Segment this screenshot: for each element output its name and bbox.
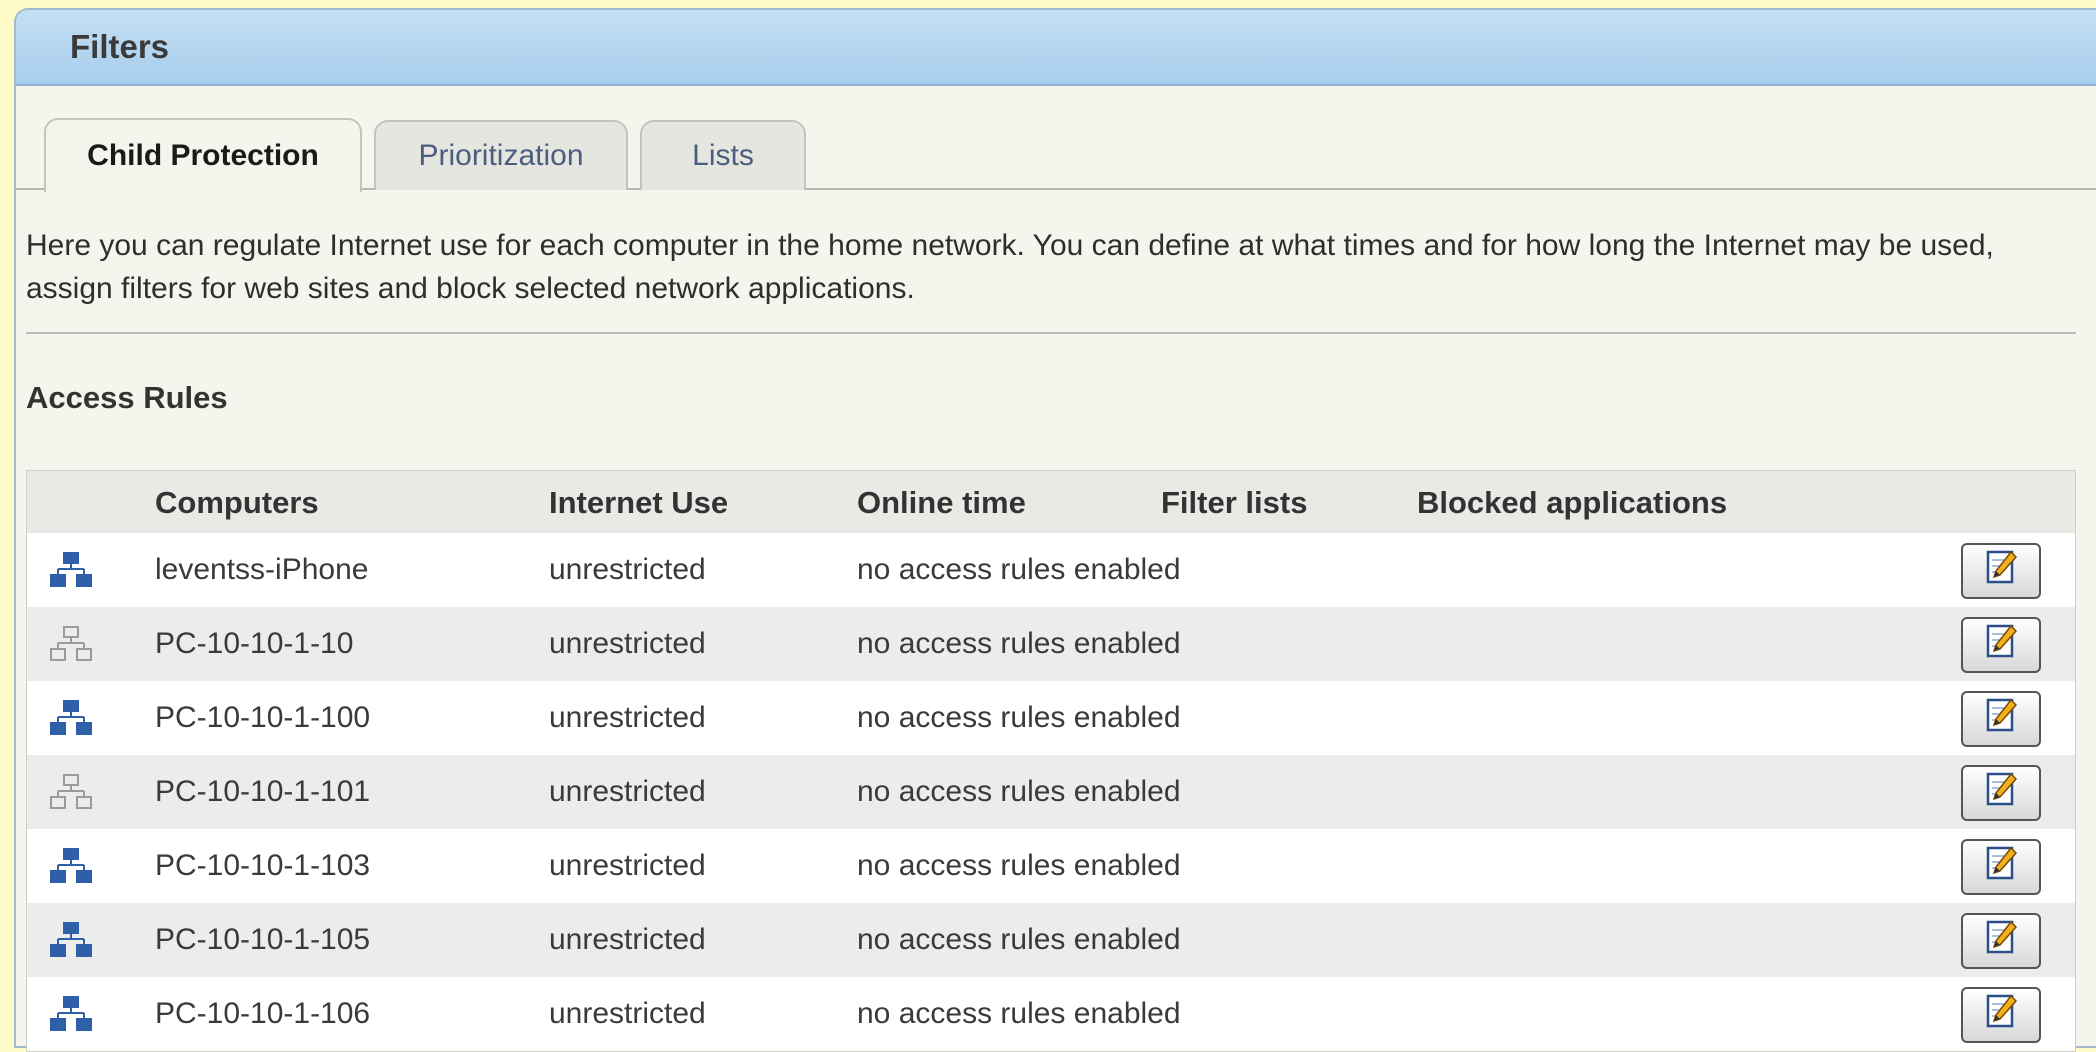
computer-name: PC-10-10-1-10 <box>155 627 354 660</box>
computer-name: PC-10-10-1-105 <box>155 923 371 956</box>
network-icon <box>49 921 93 961</box>
edit-icon <box>1981 771 2021 815</box>
table-row: PC-10-10-1-10 unrestricted no access rules… <box>27 607 2075 681</box>
internet-use: unrestricted <box>549 775 706 808</box>
network-icon <box>49 699 93 739</box>
online-time: no access rules enabled <box>857 997 1181 1030</box>
table-row: PC-10-10-1-105 unrestricted no access rule… <box>27 903 2075 977</box>
online-time: no access rules enabled <box>857 701 1181 734</box>
column-header-blocked-applications: Blocked applications <box>1417 485 1728 520</box>
internet-use: unrestricted <box>549 923 706 956</box>
network-icon <box>49 773 93 813</box>
table-row: PC-10-10-1-101 unrestricted no access rule… <box>27 755 2075 829</box>
column-header-online-time: Online time <box>857 485 1026 520</box>
computer-name: leventss-iPhone <box>155 553 369 586</box>
tab-prioritization[interactable]: Prioritization <box>374 120 628 190</box>
internet-use: unrestricted <box>549 997 706 1030</box>
internet-use: unrestricted <box>549 627 706 660</box>
tab-bar: Child Protection Prioritization Lists <box>16 86 2096 192</box>
divider <box>26 332 2076 334</box>
network-icon <box>49 625 93 665</box>
column-header-computers: Computers <box>155 485 319 520</box>
table-body: leventss-iPhone unrestricted no access rul… <box>27 533 2075 1051</box>
online-time: no access rules enabled <box>857 849 1181 882</box>
tab-lists[interactable]: Lists <box>640 120 806 190</box>
edit-button[interactable] <box>1961 913 2041 969</box>
edit-button[interactable] <box>1961 617 2041 673</box>
edit-icon <box>1981 845 2021 889</box>
internet-use: unrestricted <box>549 849 706 882</box>
edit-icon <box>1981 623 2021 667</box>
edit-button[interactable] <box>1961 765 2041 821</box>
edit-icon <box>1981 549 2021 593</box>
online-time: no access rules enabled <box>857 923 1181 956</box>
edit-button[interactable] <box>1961 987 2041 1043</box>
table-row: leventss-iPhone unrestricted no access rul… <box>27 533 2075 607</box>
online-time: no access rules enabled <box>857 775 1181 808</box>
access-rules-table: Computers Internet Use Online time Filte… <box>26 470 2076 1052</box>
network-icon <box>49 551 93 591</box>
computer-name: PC-10-10-1-100 <box>155 701 371 734</box>
computer-name: PC-10-10-1-101 <box>155 775 371 808</box>
internet-use: unrestricted <box>549 553 706 586</box>
panel-header: Filters <box>16 10 2096 86</box>
edit-button[interactable] <box>1961 839 2041 895</box>
table-header: Computers Internet Use Online time Filte… <box>27 471 2075 533</box>
tab-child-protection[interactable]: Child Protection <box>44 118 362 192</box>
network-icon <box>49 847 93 887</box>
network-icon <box>49 995 93 1035</box>
panel-title: Filters <box>70 28 170 65</box>
column-header-internet-use: Internet Use <box>549 485 729 520</box>
table-row: PC-10-10-1-100 unrestricted no access rule… <box>27 681 2075 755</box>
table-row: PC-10-10-1-106 unrestricted no access rule… <box>27 977 2075 1051</box>
online-time: no access rules enabled <box>857 627 1181 660</box>
column-header-filter-lists: Filter lists <box>1161 485 1308 520</box>
edit-icon <box>1981 919 2021 963</box>
computer-name: PC-10-10-1-103 <box>155 849 371 882</box>
computer-name: PC-10-10-1-106 <box>155 997 371 1030</box>
intro-text: Here you can regulate Internet use for e… <box>26 229 1994 305</box>
internet-use: unrestricted <box>549 701 706 734</box>
edit-icon <box>1981 993 2021 1037</box>
access-rules-title: Access Rules <box>26 380 228 415</box>
edit-button[interactable] <box>1961 691 2041 747</box>
edit-button[interactable] <box>1961 543 2041 599</box>
online-time: no access rules enabled <box>857 553 1181 586</box>
table-row: PC-10-10-1-103 unrestricted no access rule… <box>27 829 2075 903</box>
edit-icon <box>1981 697 2021 741</box>
